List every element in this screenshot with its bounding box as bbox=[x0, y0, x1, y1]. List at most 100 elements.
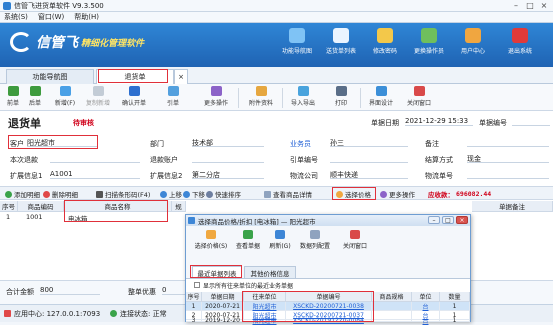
cell-spec bbox=[372, 311, 412, 320]
select-price-action-button[interactable]: 选择价格(S) bbox=[194, 230, 228, 250]
details-icon bbox=[264, 190, 271, 198]
change-password-button[interactable]: 修改密码 bbox=[365, 26, 405, 55]
ext1-field[interactable]: A1001 bbox=[50, 170, 140, 179]
close-window-button[interactable]: 关闭窗口 bbox=[402, 86, 436, 107]
cell-date: 2020-07-21 bbox=[202, 302, 244, 311]
remark-field[interactable] bbox=[467, 138, 549, 147]
user-center-button[interactable]: 用户中心 bbox=[453, 26, 493, 55]
slogan: 精细化管理软件 bbox=[81, 38, 145, 49]
highlight-box bbox=[8, 135, 98, 149]
arrow-down-icon bbox=[183, 190, 190, 198]
view-doc-button[interactable]: 查看单据 bbox=[234, 230, 262, 250]
next-doc-button[interactable]: 后单 bbox=[26, 86, 44, 107]
reference-button[interactable]: 引单 bbox=[158, 86, 188, 107]
ext2-field[interactable]: 第二分店 bbox=[192, 170, 264, 179]
dialog-maximize-button[interactable]: □ bbox=[442, 216, 454, 224]
settle-field[interactable]: 现金 bbox=[467, 154, 549, 163]
attachments-button[interactable]: 附件资料 bbox=[244, 86, 278, 107]
divider bbox=[360, 88, 361, 108]
power-icon bbox=[512, 28, 528, 43]
maximize-button[interactable]: □ bbox=[524, 1, 536, 10]
close-icon bbox=[413, 86, 425, 96]
col-header-note[interactable]: 单据备注 bbox=[472, 201, 553, 212]
salesman-label: 业务员 bbox=[290, 140, 311, 148]
operator-icon bbox=[421, 28, 437, 43]
refund-account-field[interactable] bbox=[192, 154, 264, 163]
move-up-button[interactable]: 上移 bbox=[160, 189, 182, 199]
logo-mark-icon bbox=[10, 32, 32, 52]
ext2-label: 扩展信息2 bbox=[150, 172, 183, 180]
salesman-field[interactable]: 孙三 bbox=[330, 138, 408, 147]
connection-text: 连接状态: 正常 bbox=[120, 310, 167, 318]
menu-window[interactable]: 窗口(W) bbox=[38, 12, 64, 22]
quick-sort-button[interactable]: 快速排序 bbox=[206, 189, 241, 199]
delete-item-button[interactable]: 删除明细 bbox=[43, 189, 78, 199]
more-item-ops-button[interactable]: 更多操作 bbox=[380, 189, 415, 199]
refresh-button[interactable]: 刷新(G) bbox=[266, 230, 294, 250]
refresh-icon bbox=[275, 230, 285, 239]
nav-map-button[interactable]: 功能导航图 bbox=[277, 26, 317, 55]
import-export-button[interactable]: 导入导出 bbox=[286, 86, 320, 107]
ref-no-field[interactable] bbox=[330, 154, 408, 163]
ref-no-label: 引单编号 bbox=[290, 156, 318, 164]
show-all-checkbox[interactable] bbox=[194, 282, 200, 288]
docno-field[interactable] bbox=[512, 117, 550, 126]
highlight-box bbox=[332, 187, 376, 200]
dlg-col-uom[interactable]: 单位 bbox=[412, 292, 440, 302]
copy-new-button[interactable]: 复制新增 bbox=[82, 86, 114, 107]
logistics-field[interactable]: 顺丰快递 bbox=[330, 170, 408, 179]
dlg-col-qty[interactable]: 数量 bbox=[440, 292, 470, 302]
column-config-button[interactable]: 数据列配置 bbox=[296, 230, 334, 250]
print-icon bbox=[335, 86, 347, 96]
refund-field[interactable] bbox=[50, 154, 140, 163]
menu-help[interactable]: 帮助(H) bbox=[74, 12, 99, 22]
print-button[interactable]: 打印 bbox=[330, 86, 352, 107]
sum-total-field[interactable]: 800 bbox=[40, 286, 100, 295]
delivery-list-button[interactable]: 送货单列表 bbox=[321, 26, 361, 55]
dlg-col-spec[interactable]: 商品规格 bbox=[372, 292, 412, 302]
move-down-button[interactable]: 下移 bbox=[183, 189, 205, 199]
close-tab-icon[interactable]: × bbox=[174, 69, 188, 84]
dlg-col-no[interactable]: 序号 bbox=[186, 292, 202, 302]
prev-doc-button[interactable]: 前单 bbox=[4, 86, 22, 107]
add-item-button[interactable]: 添加明细 bbox=[5, 189, 40, 199]
col-header-spec[interactable]: 规 bbox=[172, 201, 186, 212]
more-ops-button[interactable]: 更多操作 bbox=[197, 86, 235, 107]
highlight-box bbox=[242, 291, 374, 322]
tab-nav-map[interactable]: 功能导航图 bbox=[6, 69, 94, 84]
copy-icon bbox=[92, 86, 104, 96]
layout-design-button[interactable]: 界面设计 bbox=[364, 86, 398, 107]
logo: 信管飞 精细化管理软件 bbox=[10, 32, 144, 52]
settle-label: 结算方式 bbox=[425, 156, 453, 164]
cell-spec bbox=[372, 302, 412, 311]
minimize-button[interactable]: – bbox=[510, 1, 522, 10]
confirm-button[interactable]: 确认开单 bbox=[118, 86, 150, 107]
close-button[interactable]: × bbox=[538, 1, 550, 10]
dlg-col-date[interactable]: 单据日期 bbox=[202, 292, 244, 302]
price-icon bbox=[206, 230, 216, 239]
app-center-text: 应用中心: 127.0.0.1:7093 bbox=[14, 310, 101, 318]
price-dialog: 选择商品价格/折扣 [电冰箱] — 阳光超市 – □ × 选择价格(S) 查看单… bbox=[185, 214, 471, 325]
sum-total-label: 合计金额 bbox=[6, 288, 34, 296]
switch-operator-button[interactable]: 更换操作员 bbox=[409, 26, 449, 55]
dialog-close-window-button[interactable]: 关闭窗口 bbox=[338, 230, 372, 250]
dialog-minimize-button[interactable]: – bbox=[428, 216, 440, 224]
col-header-code[interactable]: 商品编码 bbox=[18, 201, 64, 212]
new-button[interactable]: 新增(F) bbox=[49, 86, 81, 107]
menu-system[interactable]: 系统(S) bbox=[4, 12, 28, 22]
dialog-title-bar: 选择商品价格/折扣 [电冰箱] — 阳光超市 – □ × bbox=[186, 215, 470, 226]
highlight-box bbox=[64, 200, 168, 222]
connection-icon bbox=[110, 310, 117, 317]
date-field[interactable]: 2021-12-29 15:33 bbox=[405, 117, 473, 126]
discount-field[interactable]: 0 bbox=[162, 286, 186, 295]
dialog-close-button[interactable]: × bbox=[456, 216, 468, 224]
tab-other-prices[interactable]: 其他价格信息 bbox=[244, 266, 296, 278]
col-header-no[interactable]: 序号 bbox=[0, 201, 18, 212]
view-product-button[interactable]: 查看商品详情 bbox=[264, 189, 312, 199]
dept-field[interactable]: 技术部 bbox=[192, 138, 264, 147]
exit-system-button[interactable]: 退出系统 bbox=[500, 26, 540, 55]
import-icon bbox=[297, 86, 309, 96]
scan-barcode-button[interactable]: 扫描条形码(F4) bbox=[96, 189, 150, 199]
tracking-field[interactable] bbox=[467, 170, 549, 179]
user-icon bbox=[465, 28, 481, 43]
